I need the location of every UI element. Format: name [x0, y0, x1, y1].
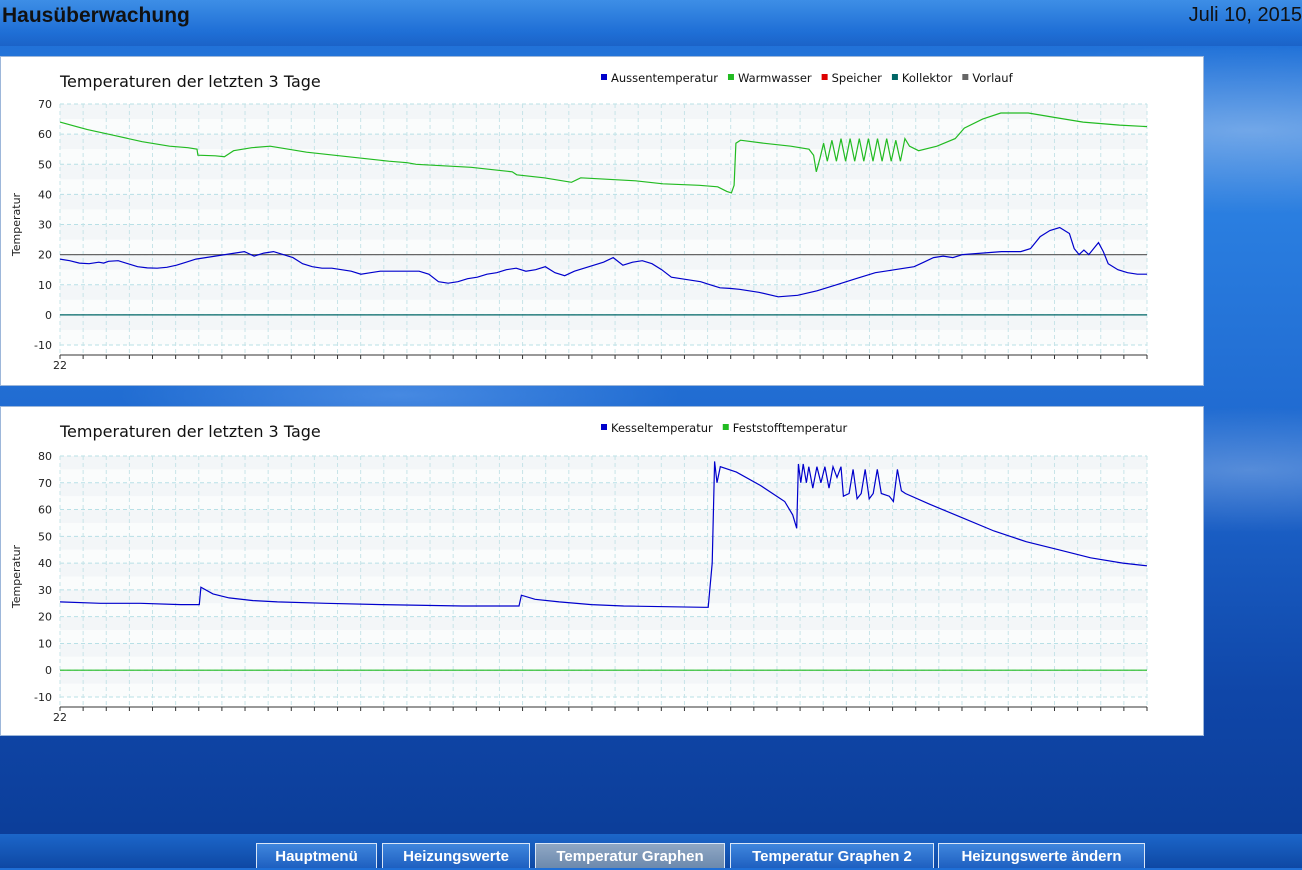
grid-band — [60, 469, 1147, 483]
grid-band — [60, 536, 1147, 550]
y-tick-label: 60 — [38, 504, 52, 517]
grid-band — [60, 496, 1147, 510]
legend-swatch — [962, 74, 969, 80]
grid-band — [60, 329, 1147, 345]
grid-band — [60, 164, 1147, 180]
legend-entry: Vorlauf — [972, 71, 1013, 85]
y-tick-label: 50 — [38, 158, 52, 171]
legend-entry: Kollektor — [902, 71, 953, 85]
nav-heizungswerte[interactable]: Heizungswerte — [382, 843, 530, 868]
nav-hauptmenu[interactable]: Hauptmenü — [256, 843, 377, 868]
chart-panel-2: Temperaturen der letzten 3 Tage Kesseltem… — [0, 406, 1204, 736]
grid-band — [60, 616, 1147, 631]
y-tick-label: 70 — [38, 477, 52, 490]
legend-entry: Kesseltemperatur — [611, 421, 713, 435]
grid-band — [60, 576, 1147, 590]
x-tick-label: 22 — [53, 711, 67, 724]
legend-swatch — [722, 424, 729, 430]
chart-panel-1: Temperaturen der letzten 3 Tage Aussentem… — [0, 56, 1204, 386]
x-tick-label: 22 — [53, 359, 67, 372]
y-tick-label: 20 — [38, 249, 52, 262]
grid-band — [60, 643, 1147, 657]
current-date: Juli 10, 2015 — [1188, 4, 1302, 26]
y-tick-label: 60 — [38, 128, 52, 141]
grid-band — [60, 522, 1147, 537]
y-tick-label: 40 — [38, 188, 52, 201]
chart-1: Temperaturen der letzten 3 Tage Aussentem… — [10, 71, 1148, 372]
grid-band — [60, 179, 1147, 195]
grid-band — [60, 509, 1147, 523]
grid-band — [60, 670, 1147, 684]
y-tick-label: 0 — [45, 664, 52, 677]
grid-band — [60, 209, 1147, 225]
top-bar — [0, 0, 1302, 46]
legend-swatch — [727, 74, 734, 80]
grid-band — [60, 284, 1147, 300]
chart-title: Temperaturen der letzten 3 Tage — [59, 422, 321, 441]
y-tick-label: 0 — [45, 309, 52, 322]
legend-entry: Speicher — [832, 71, 883, 85]
grid-band — [60, 482, 1147, 497]
legend-entry: Warmwasser — [738, 71, 812, 85]
y-tick-label: -10 — [34, 691, 52, 704]
y-axis-label: Temperatur — [10, 192, 23, 257]
grid-band — [60, 134, 1147, 150]
nav-temperatur-graphen[interactable]: Temperatur Graphen — [535, 843, 725, 868]
grid-band — [60, 549, 1147, 564]
y-axis-label: Temperatur — [10, 544, 23, 609]
y-tick-label: 10 — [38, 279, 52, 292]
grid-band — [60, 683, 1147, 697]
grid-band — [60, 630, 1147, 644]
y-tick-label: -10 — [34, 339, 52, 352]
y-tick-label: 80 — [38, 450, 52, 463]
nav-temperatur-graphen-2[interactable]: Temperatur Graphen 2 — [730, 843, 934, 868]
grid-band — [60, 656, 1147, 671]
y-tick-label: 30 — [38, 584, 52, 597]
y-tick-label: 10 — [38, 637, 52, 650]
grid-band — [60, 456, 1147, 470]
y-tick-label: 30 — [38, 219, 52, 232]
legend-entry: Aussentemperatur — [611, 71, 718, 85]
grid-band — [60, 119, 1147, 135]
grid-band — [60, 104, 1147, 120]
grid-band — [60, 299, 1147, 315]
legend-swatch — [601, 74, 607, 80]
grid-band — [60, 563, 1147, 577]
legend-swatch — [821, 74, 828, 80]
nav-heizungswerte-aendern[interactable]: Heizungswerte ändern — [938, 843, 1145, 868]
chart-title: Temperaturen der letzten 3 Tage — [59, 72, 321, 91]
grid-band — [60, 194, 1147, 210]
grid-band — [60, 314, 1147, 330]
grid-band — [60, 269, 1147, 285]
legend-swatch — [601, 424, 607, 430]
y-tick-label: 70 — [38, 98, 52, 111]
chart-2: Temperaturen der letzten 3 Tage Kesseltem… — [10, 421, 1148, 724]
legend-swatch — [891, 74, 898, 80]
app-title: Hausüberwachung — [2, 4, 190, 27]
y-tick-label: 20 — [38, 611, 52, 624]
legend-entry: Feststofftemperatur — [733, 421, 848, 435]
y-tick-label: 40 — [38, 557, 52, 570]
grid-band — [60, 224, 1147, 240]
y-tick-label: 50 — [38, 530, 52, 543]
